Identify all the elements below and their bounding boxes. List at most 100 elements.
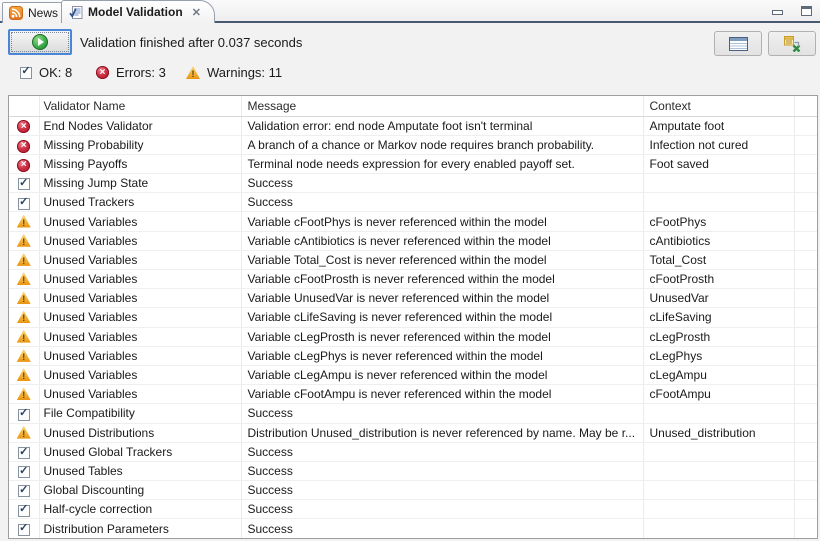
context-cell bbox=[643, 461, 795, 482]
error-icon: ✕ bbox=[96, 66, 109, 79]
validator-name-cell: File Compatibility bbox=[39, 403, 242, 424]
table-row[interactable]: ✓ Unused Tables Success bbox=[9, 461, 817, 482]
table-row[interactable]: ! Unused Distributions Distribution Unus… bbox=[9, 423, 817, 443]
message-cell: Success bbox=[241, 403, 644, 424]
validator-name-column-header[interactable]: Validator Name bbox=[39, 96, 242, 117]
validator-name-cell: Unused Variables bbox=[39, 307, 242, 328]
ok-icon: ✓ bbox=[17, 522, 30, 536]
message-cell: Success bbox=[241, 192, 644, 213]
context-cell bbox=[643, 518, 795, 538]
tab-model-validation[interactable]: Model Validation ✕ bbox=[61, 0, 215, 23]
warnings-count-label: Warnings: 11 bbox=[207, 65, 283, 80]
context-cell: cFootAmpu bbox=[643, 384, 795, 405]
ok-icon: ✓ bbox=[17, 503, 30, 517]
extra-column-header bbox=[794, 96, 817, 117]
table-row[interactable]: ! Unused Variables Variable cAntibiotics… bbox=[9, 231, 817, 251]
tab-news[interactable]: News bbox=[2, 2, 69, 23]
message-cell: Variable UnusedVar is never referenced w… bbox=[241, 288, 644, 309]
rss-icon bbox=[9, 6, 23, 20]
context-cell bbox=[643, 499, 795, 520]
tab-bar: News Model Validation ✕ bbox=[0, 0, 820, 23]
validator-name-cell: Unused Variables bbox=[39, 346, 242, 366]
table-row[interactable]: ! Unused Variables Variable Total_Cost i… bbox=[9, 250, 817, 271]
message-cell: Success bbox=[241, 499, 644, 520]
message-cell: Variable Total_Cost is never referenced … bbox=[241, 250, 644, 271]
validator-name-cell: Global Discounting bbox=[39, 480, 242, 501]
warning-icon: ! bbox=[16, 329, 31, 343]
validator-name-cell: Unused Variables bbox=[39, 288, 242, 309]
export-to-excel-button[interactable] bbox=[768, 31, 816, 56]
context-cell: cLifeSaving bbox=[643, 307, 795, 328]
validator-name-cell: Half-cycle correction bbox=[39, 499, 242, 520]
warning-icon: ! bbox=[16, 387, 31, 401]
context-column-header[interactable]: Context bbox=[643, 96, 795, 117]
context-cell bbox=[643, 173, 795, 194]
context-cell: cFootProsth bbox=[643, 269, 795, 290]
minimize-button[interactable] bbox=[770, 4, 785, 18]
context-cell bbox=[643, 403, 795, 424]
message-cell: Variable cFootProsth is never referenced… bbox=[241, 269, 644, 290]
table-icon bbox=[728, 36, 748, 51]
table-row[interactable]: ! Unused Variables Variable cFootProsth … bbox=[9, 269, 817, 290]
context-cell: cLegProsth bbox=[643, 327, 795, 347]
tab-news-label: News bbox=[28, 6, 59, 20]
maximize-button[interactable] bbox=[799, 4, 814, 18]
table-row[interactable]: ✓ Missing Jump State Success bbox=[9, 173, 817, 194]
table-row[interactable]: ✓ Unused Trackers Success bbox=[9, 192, 817, 213]
close-icon[interactable]: ✕ bbox=[192, 6, 201, 19]
message-column-header[interactable]: Message bbox=[241, 96, 644, 117]
error-icon: ✕ bbox=[17, 139, 31, 153]
table-row[interactable]: ! Unused Variables Variable cFootPhys is… bbox=[9, 211, 817, 232]
validator-name-cell: Unused Variables bbox=[39, 211, 242, 232]
table-row[interactable]: ✓ Half-cycle correction Success bbox=[9, 499, 817, 520]
table-row[interactable]: ✕ Missing Probability A branch of a chan… bbox=[9, 135, 817, 155]
ok-icon: ✓ bbox=[17, 445, 30, 460]
context-cell: cLegPhys bbox=[643, 346, 795, 366]
table-row[interactable]: ! Unused Variables Variable UnusedVar is… bbox=[9, 288, 817, 309]
message-cell: Success bbox=[241, 461, 644, 482]
table-row[interactable]: ✓ Global Discounting Success bbox=[9, 480, 817, 501]
context-cell: Unused_distribution bbox=[643, 423, 795, 443]
message-cell: Variable cLegProsth is never referenced … bbox=[241, 327, 644, 347]
table-row[interactable]: ! Unused Variables Variable cLegProsth i… bbox=[9, 327, 817, 347]
context-cell bbox=[643, 442, 795, 462]
validator-name-cell: Unused Variables bbox=[39, 365, 242, 386]
validation-table-body: ✕ End Nodes Validator Validation error: … bbox=[9, 116, 817, 538]
error-icon: ✕ bbox=[17, 158, 31, 172]
ok-count-filter[interactable]: ✓ OK: 8 bbox=[20, 65, 72, 80]
table-row[interactable]: ! Unused Variables Variable cLegPhys is … bbox=[9, 346, 817, 366]
table-row[interactable]: ! Unused Variables Variable cLegAmpu is … bbox=[9, 365, 817, 386]
show-as-table-button[interactable] bbox=[714, 31, 762, 56]
errors-count-label: Errors: 3 bbox=[116, 65, 166, 80]
validator-name-cell: Unused Variables bbox=[39, 250, 242, 271]
table-row[interactable]: ✕ Missing Payoffs Terminal node needs ex… bbox=[9, 154, 817, 175]
table-row[interactable]: ✓ File Compatibility Success bbox=[9, 403, 817, 424]
message-cell: Variable cLegAmpu is never referenced wi… bbox=[241, 365, 644, 386]
context-cell: cAntibiotics bbox=[643, 231, 795, 251]
validator-name-cell: Distribution Parameters bbox=[39, 518, 242, 538]
table-row[interactable]: ! Unused Variables Variable cFootAmpu is… bbox=[9, 384, 817, 405]
tab-model-validation-label: Model Validation bbox=[88, 5, 183, 19]
table-header-row: Validator Name Message Context bbox=[9, 96, 817, 117]
status-column-header[interactable] bbox=[9, 96, 40, 117]
validator-name-cell: Unused Variables bbox=[39, 231, 242, 251]
message-cell: Success bbox=[241, 442, 644, 462]
table-row[interactable]: ✓ Distribution Parameters Success bbox=[9, 518, 817, 538]
warnings-count: ! Warnings: 11 bbox=[186, 65, 282, 80]
message-cell: Variable cFootPhys is never referenced w… bbox=[241, 211, 644, 232]
ok-icon: ✓ bbox=[17, 464, 30, 479]
warning-icon: ! bbox=[16, 233, 31, 247]
validator-name-cell: Unused Tables bbox=[39, 461, 242, 482]
validation-results-panel: Validator Name Message Context ✕ End Nod… bbox=[8, 95, 818, 539]
table-row[interactable]: ✕ End Nodes Validator Validation error: … bbox=[9, 116, 817, 136]
table-row[interactable]: ! Unused Variables Variable cLifeSaving … bbox=[9, 307, 817, 328]
validator-name-cell: Missing Jump State bbox=[39, 173, 242, 194]
table-row[interactable]: ✓ Unused Global Trackers Success bbox=[9, 442, 817, 462]
message-cell: Variable cLegPhys is never referenced wi… bbox=[241, 346, 644, 366]
run-validation-button[interactable] bbox=[8, 29, 72, 55]
context-cell: Amputate foot bbox=[643, 116, 795, 136]
warning-icon: ! bbox=[16, 425, 31, 439]
validator-name-cell: Unused Variables bbox=[39, 384, 242, 405]
ok-checkbox-icon[interactable]: ✓ bbox=[20, 66, 32, 79]
summary-bar: ✓ OK: 8 ✕ Errors: 3 ! Warnings: 11 bbox=[0, 65, 820, 83]
